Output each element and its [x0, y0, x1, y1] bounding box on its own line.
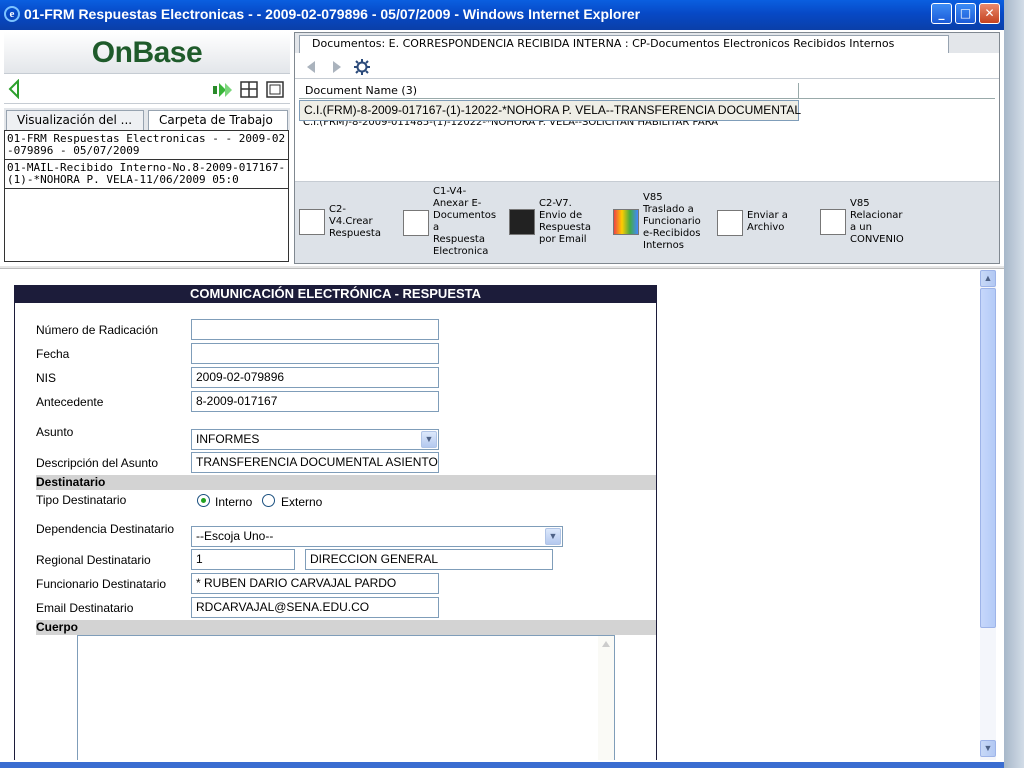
- dependencia-selected-value: --Escoja Uno--: [196, 529, 274, 543]
- document-list: C.I.(FRM)-8-2009-017167-(1)-12022-*NOHOR…: [299, 100, 995, 130]
- action-toolbar: C2- V4.Crear Respuesta C1-V4- Anexar E- …: [295, 181, 999, 263]
- fecha-input[interactable]: [191, 343, 439, 364]
- email-response-icon: [509, 209, 535, 235]
- label-antecedente: Antecedente: [36, 395, 104, 409]
- list-item[interactable]: 01-MAIL-Recibido Interno-No.8-2009-01716…: [5, 160, 288, 189]
- left-pane-tabs: Visualización del ... Carpeta de Trabajo: [4, 108, 290, 130]
- maximize-button[interactable]: □: [955, 3, 976, 24]
- transfer-icon: [613, 209, 639, 235]
- scroll-down-button[interactable]: ▼: [980, 740, 996, 757]
- archive-icon: [717, 210, 743, 236]
- textarea-scrollbar[interactable]: [598, 636, 614, 760]
- minimize-button[interactable]: _: [931, 3, 952, 24]
- document-row[interactable]: C.I.(FRM)-8-2009-017167-(1)-12022-*NOHOR…: [299, 100, 801, 121]
- window-title: 01-FRM Respuestas Electronicas - - 2009-…: [24, 6, 641, 22]
- next-icon[interactable]: [331, 60, 343, 74]
- regional-name-input[interactable]: DIRECCION GENERAL: [305, 549, 553, 570]
- chevron-down-icon[interactable]: ▼: [545, 528, 561, 545]
- label-email-destinatario: Email Destinatario: [36, 601, 134, 615]
- label-externo: Externo: [281, 495, 323, 509]
- breadcrumb: Documentos: E. CORRESPONDENCIA RECIBIDA …: [299, 35, 949, 53]
- navigation-bar: [4, 76, 290, 104]
- book-icon: [820, 209, 846, 235]
- breadcrumb-bar: Documentos: E. CORRESPONDENCIA RECIBIDA …: [295, 33, 999, 53]
- back-arrow-icon[interactable]: [8, 79, 20, 99]
- label-numero-radicacion: Número de Radicación: [36, 323, 159, 337]
- page-scrollbar[interactable]: ▲ ▼: [980, 270, 996, 760]
- document-results-pane: Documentos: E. CORRESPONDENCIA RECIBIDA …: [294, 32, 1000, 264]
- pane-divider[interactable]: [0, 266, 1004, 269]
- results-toolbar: [295, 55, 999, 79]
- cuerpo-textarea[interactable]: [77, 635, 615, 760]
- single-view-icon[interactable]: [266, 81, 284, 98]
- scrollbar-thumb[interactable]: [980, 288, 996, 628]
- forward-arrows-icon[interactable]: [212, 81, 234, 99]
- label-asunto: Asunto: [36, 425, 74, 439]
- window-edge: [1004, 0, 1024, 768]
- asunto-select[interactable]: INFORMES ▼: [191, 429, 439, 450]
- form-viewer: COMUNICACIÓN ELECTRÓNICA - RESPUESTA Núm…: [0, 270, 980, 760]
- numero-radicacion-input[interactable]: [191, 319, 439, 340]
- document-list-header[interactable]: Document Name (3): [299, 83, 995, 99]
- taskbar-edge: [0, 762, 1004, 768]
- section-destinatario: Destinatario: [36, 475, 656, 490]
- label-tipo-destinatario: Tipo Destinatario: [36, 493, 127, 507]
- label-nis: NIS: [36, 371, 57, 385]
- chevron-down-icon[interactable]: ▼: [421, 431, 437, 448]
- asunto-selected-value: INFORMES: [196, 432, 260, 446]
- radio-externo[interactable]: [262, 494, 275, 507]
- label-funcionario-destinatario: Funcionario Destinatario: [36, 577, 167, 591]
- work-folder-list: 01-FRM Respuestas Electronicas - - 2009-…: [4, 130, 289, 262]
- radio-interno[interactable]: [197, 494, 210, 507]
- form-title: COMUNICACIÓN ELECTRÓNICA - RESPUESTA: [15, 285, 656, 303]
- label-regional-destinatario: Regional Destinatario: [36, 553, 151, 567]
- create-response-icon: [299, 209, 325, 235]
- dependencia-select[interactable]: --Escoja Uno-- ▼: [191, 526, 563, 547]
- window-title-bar: e 01-FRM Respuestas Electronicas - - 200…: [0, 0, 1004, 30]
- label-interno: Interno: [215, 495, 253, 509]
- internet-explorer-icon: e: [4, 6, 20, 22]
- gear-icon[interactable]: [354, 59, 370, 75]
- label-descripcion-asunto: Descripción del Asunto: [36, 456, 159, 470]
- response-form: COMUNICACIÓN ELECTRÓNICA - RESPUESTA Núm…: [14, 285, 657, 760]
- antecedente-input[interactable]: 8-2009-017167: [191, 391, 439, 412]
- funcionario-input[interactable]: * RUBEN DARIO CARVAJAL PARDO: [191, 573, 439, 594]
- label-dependencia-destinatario: Dependencia Destinatario: [36, 522, 175, 536]
- tab-visualizacion[interactable]: Visualización del ...: [6, 110, 144, 130]
- section-cuerpo: Cuerpo: [36, 620, 656, 635]
- close-button[interactable]: ✕: [979, 3, 1000, 24]
- label-fecha: Fecha: [36, 347, 70, 361]
- list-item[interactable]: 01-FRM Respuestas Electronicas - - 2009-…: [5, 131, 288, 160]
- previous-icon[interactable]: [305, 60, 317, 74]
- descripcion-asunto-input[interactable]: TRANSFERENCIA DOCUMENTAL ASIENTO: [191, 452, 439, 473]
- attach-documents-icon: [403, 210, 429, 236]
- scroll-up-icon[interactable]: [601, 640, 611, 648]
- nis-input[interactable]: 2009-02-079896: [191, 367, 439, 388]
- split-view-icon[interactable]: [240, 81, 258, 98]
- email-input[interactable]: RDCARVAJAL@SENA.EDU.CO: [191, 597, 439, 618]
- tab-carpeta-de-trabajo[interactable]: Carpeta de Trabajo: [148, 110, 288, 130]
- regional-code-input[interactable]: 1: [191, 549, 295, 570]
- scroll-up-button[interactable]: ▲: [980, 270, 996, 287]
- onbase-logo: OnBase: [4, 32, 290, 74]
